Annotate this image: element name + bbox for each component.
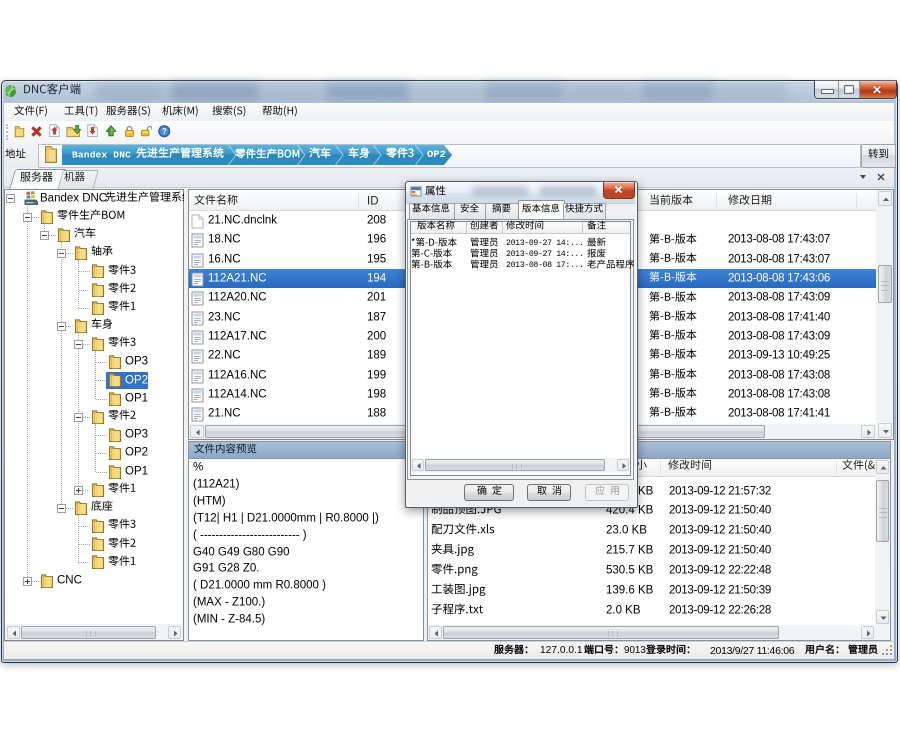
svg-text:?: ? [162,127,167,136]
